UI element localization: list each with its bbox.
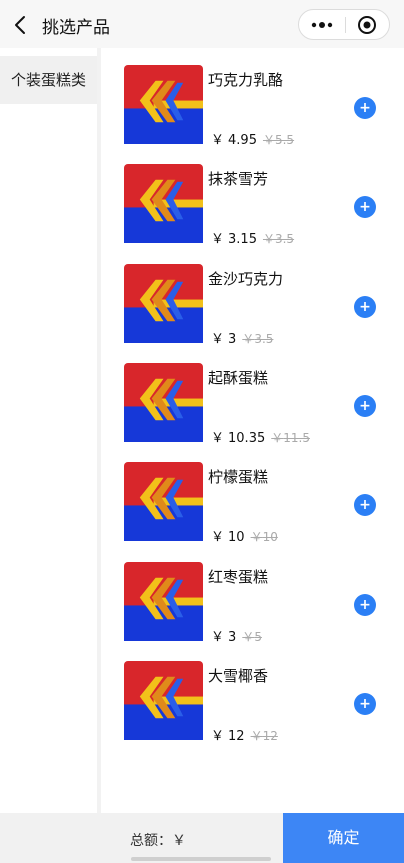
original-price-value: 10 [262,530,278,545]
add-to-cart-button[interactable]: + [354,196,376,219]
product-price-row: ￥ 3 ￥5 [211,626,262,645]
product-name: 巧克力乳酪 [208,71,284,89]
product-original-price: ￥3.5 [242,332,273,346]
product-name: 起酥蛋糕 [208,368,269,387]
product-original-price: ￥5.5 [263,133,294,147]
product-logo-image [124,362,203,442]
product-name: 抹茶雪芳 [208,170,269,189]
original-price-value: 5.5 [274,133,295,147]
product-price: 12 [228,728,245,744]
product-price-row: ￥ 10 ￥10 [211,526,278,545]
add-to-cart-button[interactable]: + [354,593,376,616]
product-item[interactable]: 起酥蛋糕 ￥ 10.35 ￥11.5 + [101,362,404,453]
product-item[interactable]: 柠檬蛋糕 ￥ 10 ￥10 + [101,462,404,552]
original-currency-symbol: ￥ [262,133,275,147]
original-price-value: 3.5 [274,232,295,247]
original-currency-symbol: ￥ [250,530,263,545]
product-item[interactable]: 红枣蛋糕 ￥ 3 ￥5 + [101,561,404,652]
product-price: 10.35 [228,430,266,446]
bottom-bar: 总额：￥ 确定 [0,813,404,863]
more-dots-icon[interactable] [309,16,335,34]
product-price-row: ￥ 3.15 ￥3.5 [211,228,294,247]
product-price: 3 [228,629,237,645]
product-logo-image [124,263,203,343]
target-close-icon[interactable] [357,15,377,35]
category-item-cakes[interactable]: 个装蛋糕类 [0,56,97,104]
product-list: 巧克力乳酪 ￥ 4.95 ￥5.5 + 抹茶雪芳 ￥ 3.15 ￥3.5 + 金沙巧克力 ￥ 3 ￥3.5… [101,48,404,813]
home-indicator [131,857,271,861]
product-original-price: ￥12 [251,729,278,743]
product-item[interactable]: 抹茶雪芳 ￥ 3.15 ￥3.5 + [101,164,404,254]
add-to-cart-button[interactable]: + [354,494,376,517]
currency-symbol: ￥ [211,728,225,744]
product-price-row: ￥ 3 ￥3.5 [211,328,273,347]
product-price-row: ￥ 4.95 ￥5.5 [211,129,294,148]
original-price-value: 12 [262,728,278,743]
product-original-price: ￥5 [242,630,262,644]
product-logo-image [124,462,203,542]
product-logo-image [124,561,203,641]
capsule-divider [345,17,346,33]
confirm-button[interactable]: 确定 [283,813,404,863]
product-original-price: ￥11.5 [271,431,310,445]
product-item[interactable]: 巧克力乳酪 ￥ 4.95 ￥5.5 + [101,65,404,155]
original-currency-symbol: ￥ [262,232,275,247]
product-name: 红枣蛋糕 [208,567,269,586]
original-price-value: 3.5 [254,331,274,346]
original-currency-symbol: ￥ [250,728,263,743]
original-currency-symbol: ￥ [242,629,255,644]
product-name: 金沙巧克力 [208,269,284,288]
currency-symbol: ￥ [211,629,225,645]
product-name: 大雪椰香 [208,666,269,685]
total-amount-label: 总额：￥ [130,833,186,849]
product-logo-image [124,65,203,144]
product-item[interactable]: 金沙巧克力 ￥ 3 ￥3.5 + [101,263,404,354]
currency-symbol: ￥ [211,331,225,347]
product-price-row: ￥ 12 ￥12 [211,725,278,744]
original-currency-symbol: ￥ [271,430,284,445]
add-to-cart-button[interactable]: + [354,97,376,119]
page-title: 挑选产品 [42,18,110,38]
mini-program-capsule [298,9,390,40]
add-to-cart-button[interactable]: + [354,394,376,417]
add-to-cart-button[interactable]: + [354,295,376,318]
original-currency-symbol: ￥ [242,331,255,346]
product-item[interactable]: 大雪椰香 ￥ 12 ￥12 + [101,660,404,751]
product-logo-image [124,660,203,740]
product-price-row: ￥ 10.35 ￥11.5 [211,427,310,446]
category-sidebar: 个装蛋糕类 [0,48,97,813]
product-logo-image [124,164,203,244]
product-original-price: ￥3.5 [263,232,294,246]
product-price: 4.95 [228,133,257,148]
product-name: 柠檬蛋糕 [208,468,269,487]
product-price: 3.15 [228,232,257,248]
original-price-value: 5 [254,629,262,644]
top-bar: 挑选产品 [0,0,404,48]
product-original-price: ￥10 [251,530,278,544]
chevron-left-icon[interactable] [10,14,32,36]
currency-symbol: ￥ [211,530,225,546]
currency-symbol: ￥ [211,133,225,148]
add-to-cart-button[interactable]: + [354,692,376,715]
product-price: 3 [228,331,237,347]
original-price-value: 11.5 [283,430,310,445]
currency-symbol: ￥ [211,430,225,446]
currency-symbol: ￥ [211,232,225,248]
product-price: 10 [228,530,245,546]
